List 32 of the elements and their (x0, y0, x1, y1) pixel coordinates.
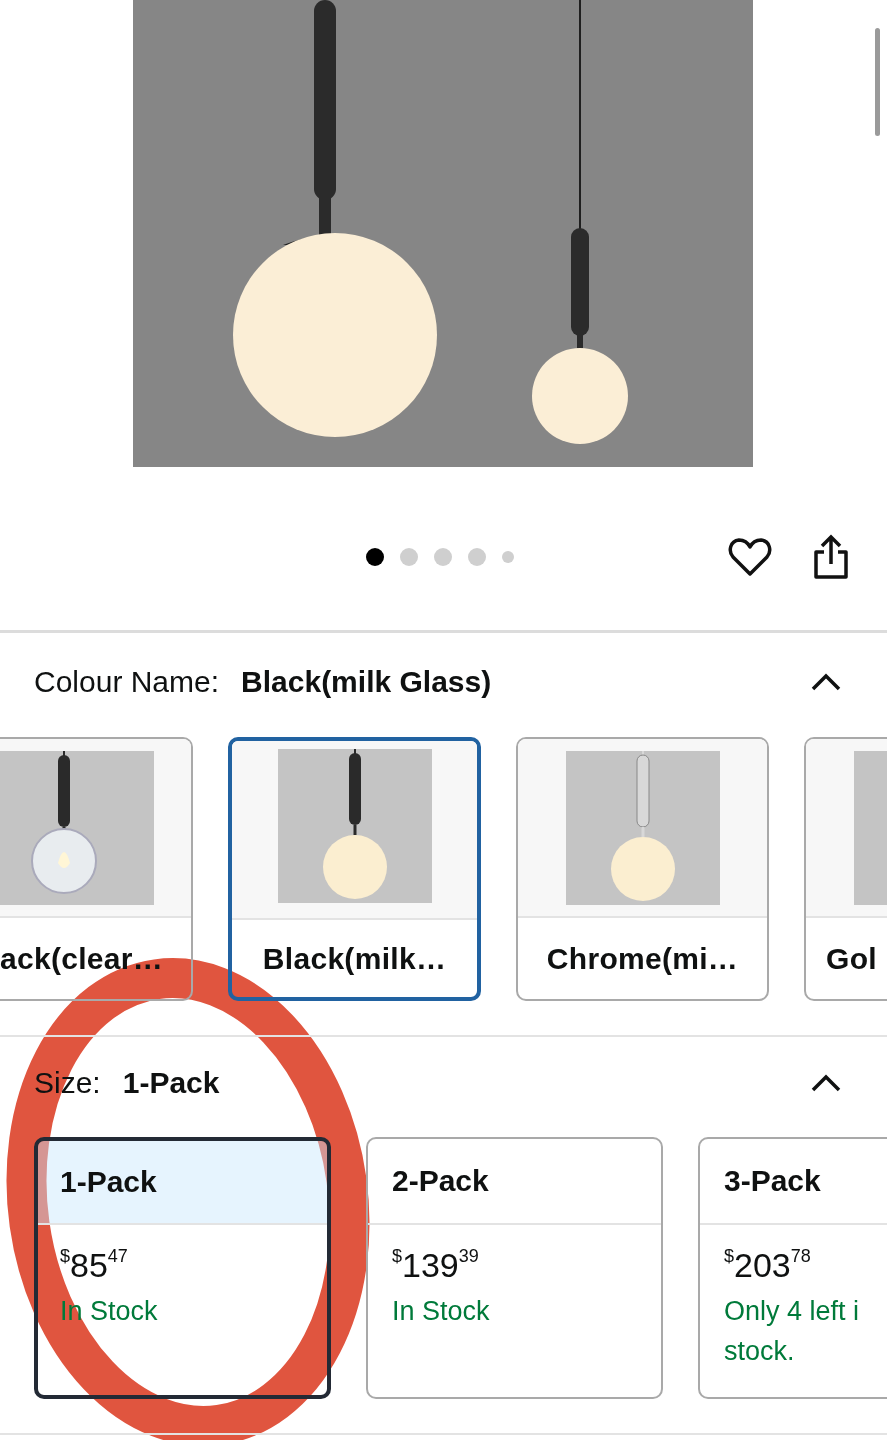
share-icon[interactable] (812, 534, 850, 580)
caret-up-icon[interactable] (810, 1073, 842, 1093)
size-option[interactable]: 1-Pack $^{$}$85$^{47}$ In Stock (34, 1137, 331, 1399)
heart-icon[interactable] (728, 537, 772, 577)
colour-swatch[interactable]: Chrome(mi… (516, 737, 769, 1001)
colour-swatch[interactable]: Black(milk… (228, 737, 481, 1001)
colour-swatch[interactable]: ack(clear… (0, 737, 193, 1001)
stock-status: In Stock (60, 1295, 159, 1328)
option-price: $^{$}$139$^{39}$ (392, 1245, 480, 1285)
option-title: 1-Pack (38, 1141, 327, 1225)
page-dot[interactable] (468, 548, 486, 566)
colour-name-value: Black(milk Glass) (241, 665, 492, 699)
stock-status: Only 4 left i stock. (724, 1295, 861, 1368)
page-dot[interactable] (502, 551, 514, 563)
swatch-label: ack(clear… (0, 940, 165, 977)
colour-swatch[interactable]: Gol (804, 737, 887, 1001)
swatch-label: Gol (825, 940, 878, 977)
size-option[interactable]: 3-Pack $^{$}$203$^{78}$ Only 4 left i stock. (698, 1137, 887, 1399)
swatch-label: Chrome(mi… (545, 940, 740, 977)
size-value: 1-Pack (122, 1066, 220, 1100)
option-title: 2-Pack (368, 1139, 661, 1225)
option-price: $^{$}$203$^{78}$ (724, 1245, 812, 1285)
colour-name-label: Colour Name: (34, 665, 220, 699)
page-dot[interactable] (366, 548, 384, 566)
option-title: 3-Pack (700, 1139, 887, 1225)
size-option[interactable]: 2-Pack $^{$}$139$^{39}$ In Stock (366, 1137, 663, 1399)
page-dot[interactable] (434, 548, 452, 566)
swatch-label: Black(milk… (261, 940, 448, 977)
option-price: $^{$}$85$^{47}$ (60, 1245, 129, 1285)
page-dot[interactable] (400, 548, 418, 566)
stock-status: In Stock (392, 1295, 491, 1328)
caret-up-icon[interactable] (810, 672, 842, 692)
